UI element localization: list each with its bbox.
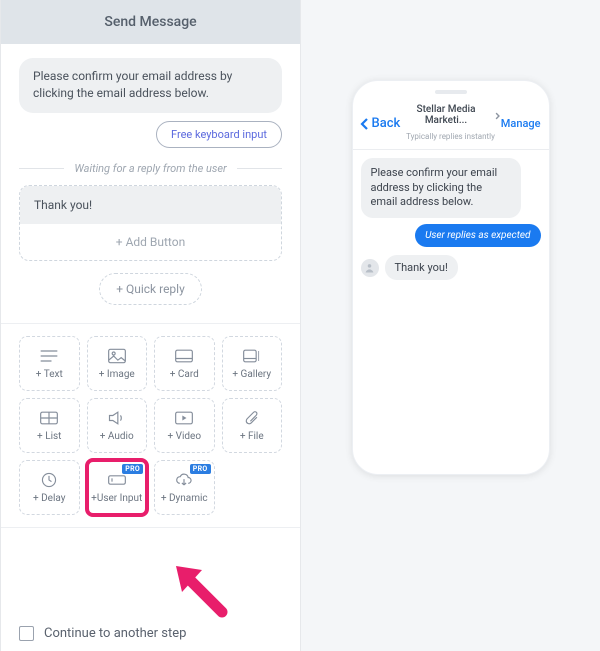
card-icon xyxy=(174,346,194,366)
clock-icon xyxy=(39,470,59,490)
back-label: Back xyxy=(372,116,401,131)
continue-checkbox[interactable] xyxy=(19,626,34,641)
quick-reply-button[interactable]: + Quick reply xyxy=(99,273,202,305)
panel-title: Send Message xyxy=(1,0,300,44)
chevron-right-icon xyxy=(494,112,501,120)
add-file-block[interactable]: + File xyxy=(222,398,283,453)
block-grid: + Text + Image + Card xyxy=(19,336,282,515)
person-icon xyxy=(364,262,375,273)
chat-bot-message-2: Thank you! xyxy=(361,255,541,280)
pro-badge: PRO xyxy=(190,464,211,474)
free-keyboard-pill[interactable]: Free keyboard input xyxy=(156,121,282,148)
thank-you-text[interactable]: Thank you! xyxy=(20,186,281,224)
chat-bot-text: Thank you! xyxy=(385,255,458,280)
phone-subtitle: Typically replies instantly xyxy=(406,132,495,141)
chat-bot-message: Please confirm your email address by cli… xyxy=(361,158,521,219)
thank-you-card[interactable]: Thank you! + Add Button xyxy=(19,185,282,261)
block-label: + Audio xyxy=(100,431,134,442)
image-icon xyxy=(107,346,127,366)
message-bubble[interactable]: Please confirm your email address by cli… xyxy=(19,58,282,113)
phone-body: Please confirm your email address by cli… xyxy=(353,150,549,474)
block-label: + Card xyxy=(170,369,199,380)
phone-manage-button[interactable]: Manage xyxy=(501,117,541,130)
block-label: +User Input xyxy=(91,493,142,504)
block-group: + Text + Image + Card xyxy=(1,323,300,528)
block-label: + Gallery xyxy=(232,369,271,380)
free-keyboard-row: Free keyboard input xyxy=(19,121,282,148)
add-text-block[interactable]: + Text xyxy=(19,336,80,391)
add-list-block[interactable]: + List xyxy=(19,398,80,453)
video-play-icon xyxy=(174,408,194,428)
phone-speaker xyxy=(353,81,549,103)
chevron-left-icon xyxy=(359,117,371,131)
quick-reply-row: + Quick reply xyxy=(19,273,282,305)
block-label: + File xyxy=(240,431,264,442)
add-audio-block[interactable]: + Audio xyxy=(87,398,148,453)
text-lines-icon xyxy=(39,346,59,366)
phone-nav: Back Stellar Media Marketi... Typically … xyxy=(353,103,549,150)
block-label: + Delay xyxy=(33,493,66,504)
panel-body: Please confirm your email address by cli… xyxy=(1,44,300,609)
list-grid-icon xyxy=(39,408,59,428)
block-label: + Image xyxy=(99,369,135,380)
waiting-label: Waiting for a reply from the user xyxy=(64,162,236,175)
add-gallery-block[interactable]: + Gallery xyxy=(222,336,283,391)
continue-row[interactable]: Continue to another step xyxy=(1,609,300,651)
editor-panel: Send Message Please confirm your email a… xyxy=(0,0,301,651)
phone-preview: Back Stellar Media Marketi... Typically … xyxy=(352,80,550,475)
gallery-icon xyxy=(242,346,262,366)
workspace: Send Message Please confirm your email a… xyxy=(0,0,600,651)
avatar xyxy=(361,259,379,277)
phone-title: Stellar Media Marketi... xyxy=(400,105,491,126)
speaker-icon xyxy=(107,408,127,428)
block-label: + List xyxy=(37,431,61,442)
pro-badge: PRO xyxy=(122,464,143,474)
continue-label: Continue to another step xyxy=(44,626,186,641)
phone-back-button[interactable]: Back xyxy=(359,116,401,131)
waiting-separator: Waiting for a reply from the user xyxy=(19,162,282,175)
block-label: + Video xyxy=(167,431,201,442)
add-video-block[interactable]: + Video xyxy=(154,398,215,453)
block-label: + Text xyxy=(36,369,63,380)
block-label: + Dynamic xyxy=(161,493,208,504)
preview-panel: Back Stellar Media Marketi... Typically … xyxy=(301,0,600,651)
add-button[interactable]: + Add Button xyxy=(20,224,281,260)
add-image-block[interactable]: + Image xyxy=(87,336,148,391)
add-dynamic-block[interactable]: PRO + Dynamic xyxy=(154,460,215,515)
paperclip-icon xyxy=(242,408,262,428)
add-delay-block[interactable]: + Delay xyxy=(19,460,80,515)
add-card-block[interactable]: + Card xyxy=(154,336,215,391)
add-user-input-block[interactable]: PRO +User Input xyxy=(87,460,148,515)
phone-title-group[interactable]: Stellar Media Marketi... Typically repli… xyxy=(400,105,500,143)
chat-user-reply: User replies as expected xyxy=(415,224,540,247)
